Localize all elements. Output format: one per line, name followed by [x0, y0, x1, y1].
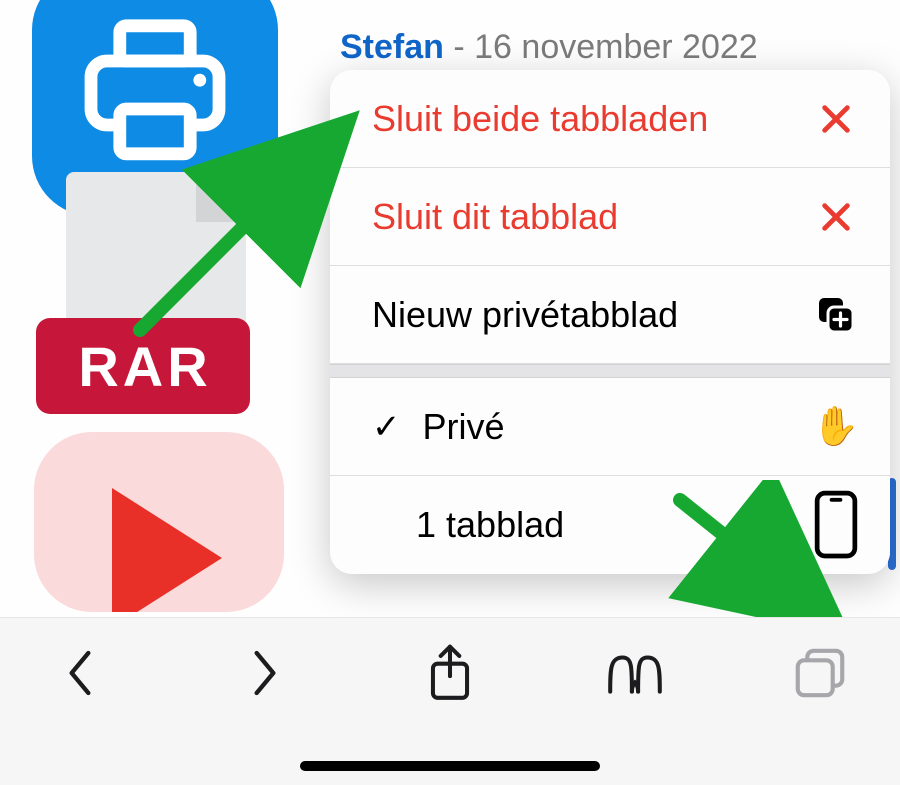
new-tab-plus-icon — [814, 293, 858, 337]
close-this-label: Sluit dit tabblad — [372, 196, 618, 238]
close-both-label: Sluit beide tabbladen — [372, 98, 708, 140]
rar-file-icon: RAR — [36, 172, 276, 432]
close-icon — [814, 195, 858, 239]
rar-badge: RAR — [36, 318, 250, 414]
bookmarks-button[interactable] — [595, 638, 675, 708]
tabs-group-label: 1 tabblad — [416, 504, 564, 546]
author-name[interactable]: Stefan — [340, 28, 444, 66]
new-private-label: Nieuw privétabblad — [372, 294, 678, 336]
forward-button[interactable] — [225, 638, 305, 708]
tabs-group-item[interactable]: 1 tabblad — [330, 476, 890, 574]
tab-context-menu: Sluit beide tabbladen Sluit dit tabblad … — [330, 70, 890, 574]
play-triangle-icon — [112, 488, 222, 612]
close-icon — [814, 97, 858, 141]
phone-icon — [814, 503, 858, 547]
printer-icon — [75, 13, 235, 173]
close-this-tab-item[interactable]: Sluit dit tabblad — [330, 168, 890, 266]
author-date: 16 november 2022 — [474, 28, 758, 66]
author-byline: Stefan - 16 november 2022 — [340, 28, 758, 67]
back-button[interactable] — [40, 638, 120, 708]
private-tab-group-item[interactable]: ✓ Privé ✋ — [330, 378, 890, 476]
safari-bottom-toolbar — [0, 617, 900, 785]
private-group-label: Privé — [423, 406, 505, 448]
close-both-tabs-item[interactable]: Sluit beide tabbladen — [330, 70, 890, 168]
video-app-icon — [34, 432, 284, 612]
author-sep: - — [444, 28, 474, 66]
new-private-tab-item[interactable]: Nieuw privétabblad — [330, 266, 890, 364]
hand-icon: ✋ — [814, 405, 858, 449]
home-indicator[interactable] — [300, 761, 600, 771]
tabs-button[interactable] — [780, 638, 860, 708]
checkmark-icon: ✓ — [372, 407, 401, 447]
share-button[interactable] — [410, 638, 490, 708]
menu-separator — [330, 364, 890, 378]
